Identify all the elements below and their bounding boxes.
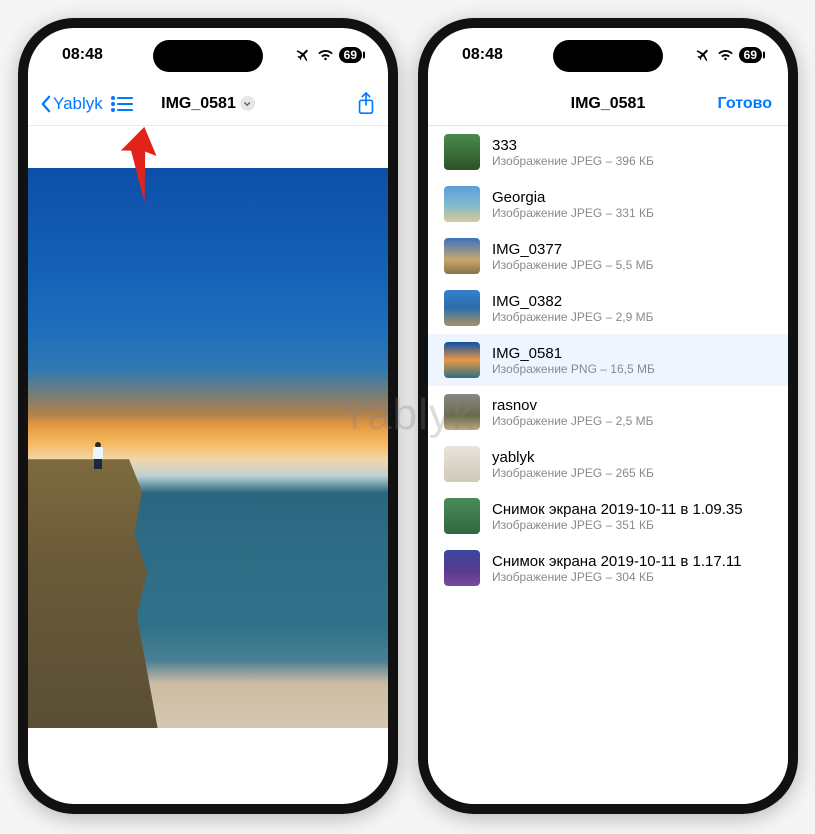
file-row[interactable]: IMG_0377Изображение JPEG – 5,5 МБ — [428, 230, 788, 282]
file-row[interactable]: 333Изображение JPEG – 396 КБ — [428, 126, 788, 178]
photo-person-shape — [93, 442, 103, 468]
file-subtitle: Изображение JPEG – 351 КБ — [492, 518, 743, 532]
list-icon — [111, 96, 133, 112]
status-indicators: 69 — [696, 47, 762, 63]
title-dropdown[interactable]: IMG_0581 — [161, 95, 255, 113]
file-subtitle: Изображение JPEG – 5,5 МБ — [492, 258, 654, 272]
file-name: yablyk — [492, 449, 654, 466]
airplane-mode-icon — [296, 47, 312, 63]
file-name: 333 — [492, 137, 654, 154]
done-button[interactable]: Готово — [718, 95, 772, 113]
file-thumbnail — [444, 498, 480, 534]
nav-bar: Yablyk IMG_0581 — [28, 82, 388, 126]
file-name: IMG_0581 — [492, 345, 655, 362]
back-button[interactable]: Yablyk — [40, 94, 103, 114]
wifi-icon — [717, 49, 734, 62]
file-name: Georgia — [492, 189, 654, 206]
chevron-left-icon — [40, 95, 51, 113]
chevron-down-icon — [240, 96, 255, 111]
file-name: IMG_0382 — [492, 293, 654, 310]
file-row[interactable]: IMG_0382Изображение JPEG – 2,9 МБ — [428, 282, 788, 334]
file-subtitle: Изображение PNG – 16,5 МБ — [492, 362, 655, 376]
share-button[interactable] — [356, 92, 376, 116]
page-title: IMG_0581 — [161, 95, 236, 113]
screen-right: 08:48 69 IMG_0581 Готово 333Изображение … — [428, 28, 788, 804]
nav-bar: IMG_0581 Готово — [428, 82, 788, 126]
file-row[interactable]: GeorgiaИзображение JPEG – 331 КБ — [428, 178, 788, 230]
file-row[interactable]: rasnovИзображение JPEG – 2,5 МБ — [428, 386, 788, 438]
file-row[interactable]: yablykИзображение JPEG – 265 КБ — [428, 438, 788, 490]
back-label: Yablyk — [53, 94, 103, 114]
file-subtitle: Изображение JPEG – 2,9 МБ — [492, 310, 654, 324]
dynamic-island — [553, 40, 663, 72]
file-row[interactable]: Снимок экрана 2019-10-11 в 1.09.35Изобра… — [428, 490, 788, 542]
dynamic-island — [153, 40, 263, 72]
airplane-mode-icon — [696, 47, 712, 63]
file-thumbnail — [444, 238, 480, 274]
file-thumbnail — [444, 394, 480, 430]
phone-frame-left: 08:48 69 Yablyk — [18, 18, 398, 814]
file-thumbnail — [444, 186, 480, 222]
photo-viewer[interactable] — [28, 168, 388, 728]
file-name: rasnov — [492, 397, 654, 414]
file-subtitle: Изображение JPEG – 304 КБ — [492, 570, 741, 584]
status-time: 08:48 — [62, 46, 103, 64]
file-thumbnail — [444, 342, 480, 378]
wifi-icon — [317, 49, 334, 62]
file-list[interactable]: 333Изображение JPEG – 396 КБGeorgiaИзобр… — [428, 126, 788, 804]
file-name: Снимок экрана 2019-10-11 в 1.09.35 — [492, 501, 743, 518]
file-subtitle: Изображение JPEG – 265 КБ — [492, 466, 654, 480]
battery-indicator: 69 — [739, 47, 762, 63]
phone-frame-right: 08:48 69 IMG_0581 Готово 333Изображение … — [418, 18, 798, 814]
file-name: IMG_0377 — [492, 241, 654, 258]
file-subtitle: Изображение JPEG – 331 КБ — [492, 206, 654, 220]
file-thumbnail — [444, 290, 480, 326]
file-subtitle: Изображение JPEG – 2,5 МБ — [492, 414, 654, 428]
file-thumbnail — [444, 550, 480, 586]
status-time: 08:48 — [462, 46, 503, 64]
file-row[interactable]: IMG_0581Изображение PNG – 16,5 МБ — [428, 334, 788, 386]
file-name: Снимок экрана 2019-10-11 в 1.17.11 — [492, 553, 741, 570]
file-row[interactable]: Снимок экрана 2019-10-11 в 1.17.11Изобра… — [428, 542, 788, 594]
share-icon — [356, 92, 376, 116]
list-view-button[interactable] — [111, 96, 133, 112]
file-subtitle: Изображение JPEG – 396 КБ — [492, 154, 654, 168]
screen-left: 08:48 69 Yablyk — [28, 28, 388, 804]
page-title: IMG_0581 — [571, 95, 646, 113]
file-thumbnail — [444, 446, 480, 482]
file-thumbnail — [444, 134, 480, 170]
photo-cliff-shape — [28, 459, 158, 728]
battery-indicator: 69 — [339, 47, 362, 63]
status-indicators: 69 — [296, 47, 362, 63]
